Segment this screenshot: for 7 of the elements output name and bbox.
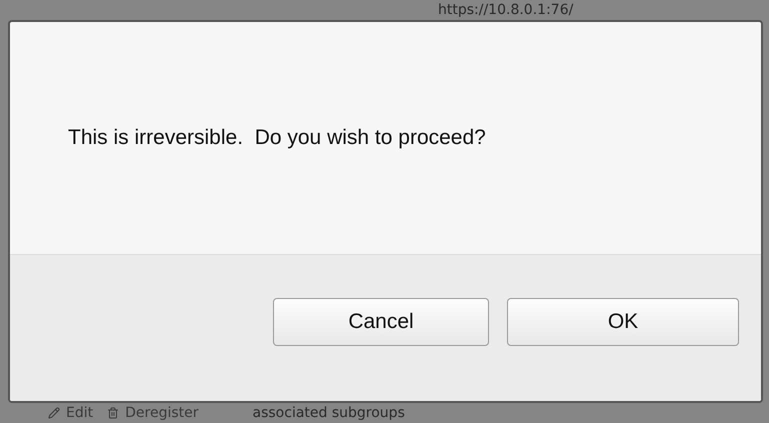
trash-icon — [107, 407, 120, 419]
ok-button[interactable]: OK — [507, 298, 739, 346]
cancel-button[interactable]: Cancel — [273, 298, 489, 346]
footer-text: associated subgroups — [252, 405, 405, 421]
dialog-message: This is irreversible. Do you wish to proceed? — [68, 126, 486, 150]
url-text: https://10.8.0.1:76/ — [438, 2, 574, 18]
pencil-icon — [48, 407, 60, 419]
